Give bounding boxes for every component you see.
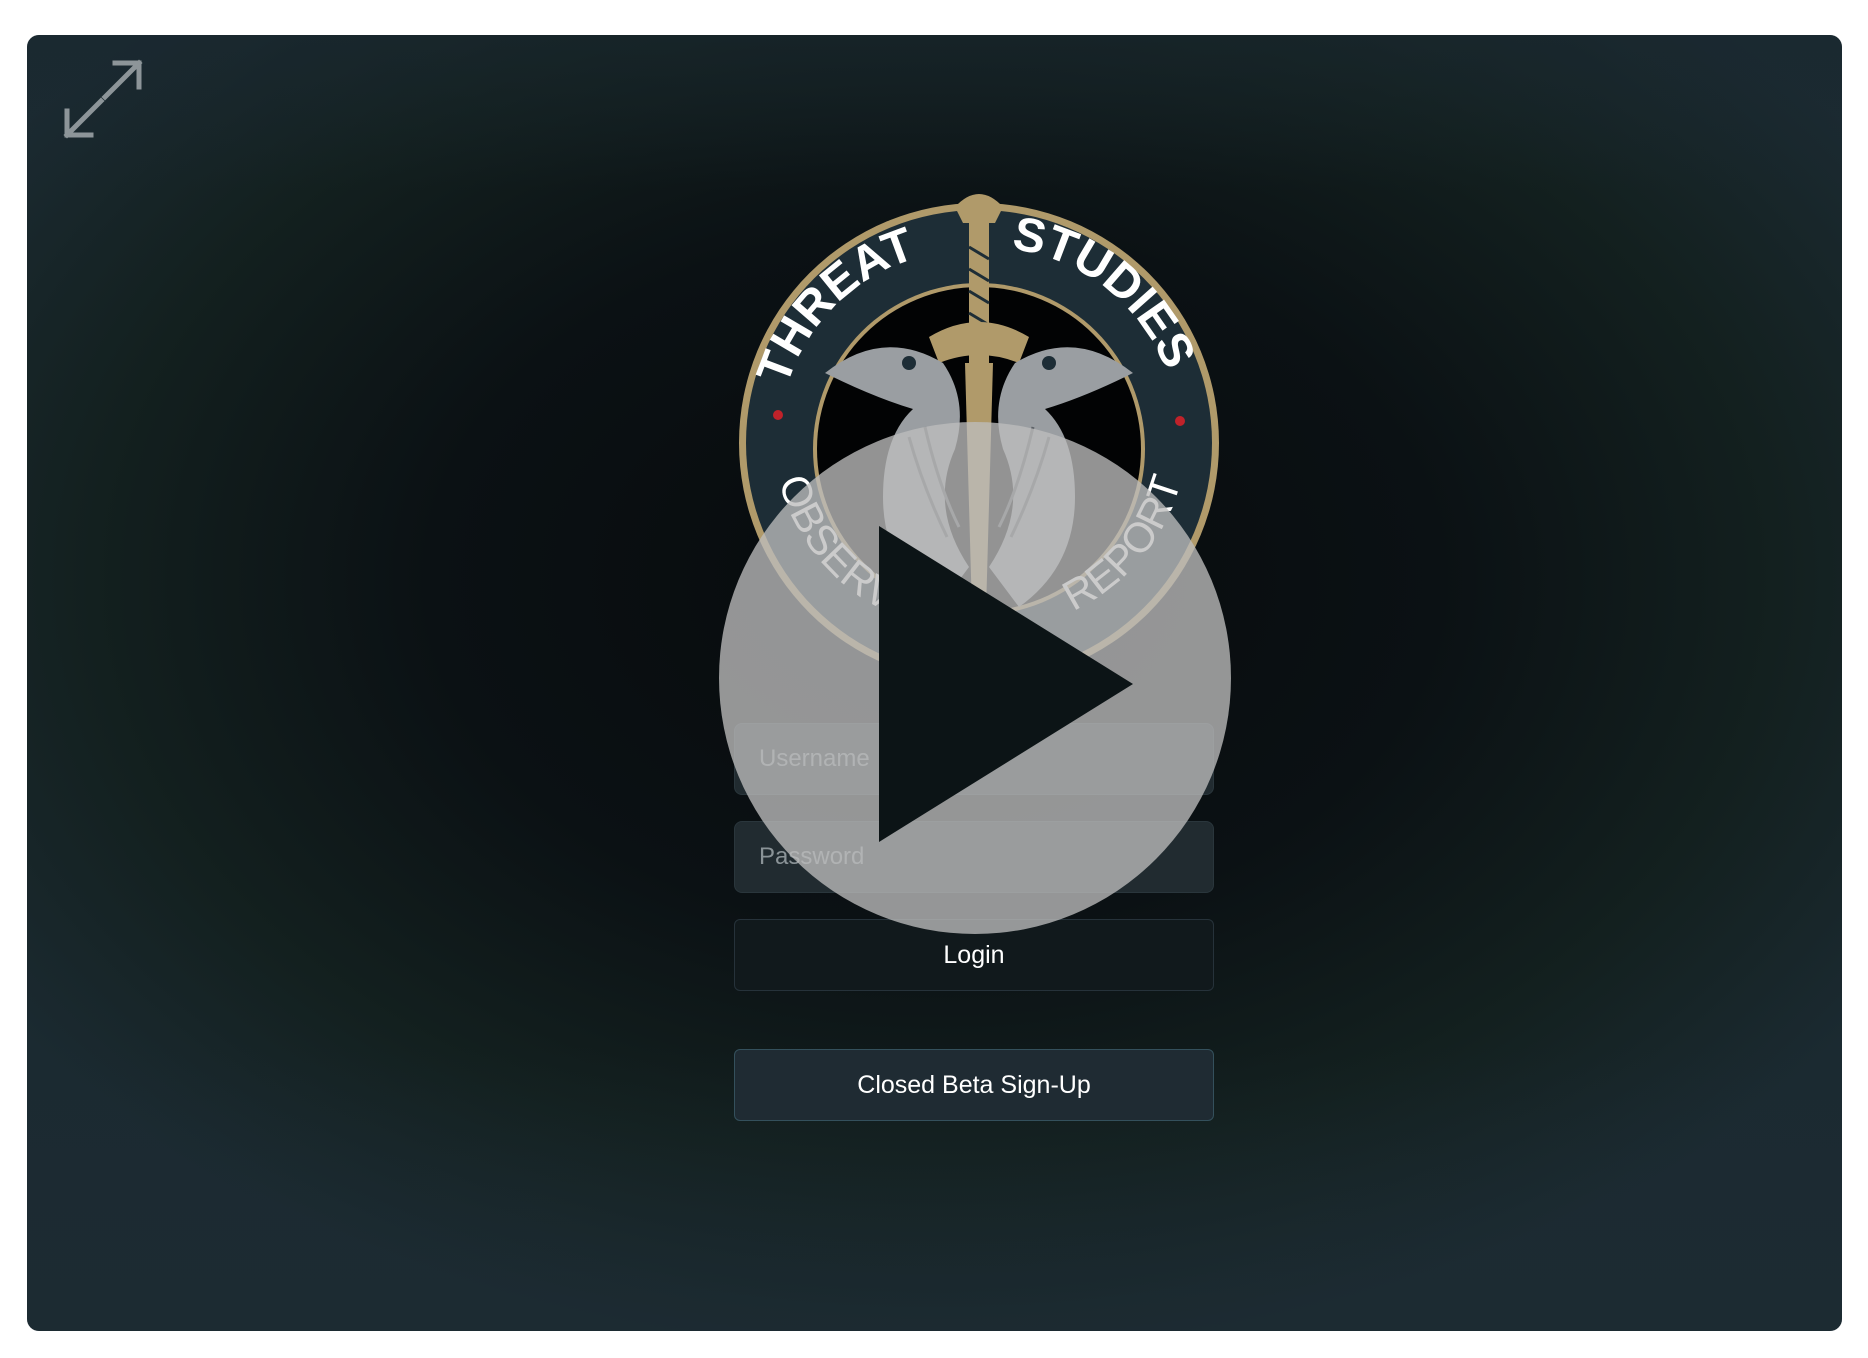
- play-icon: [719, 422, 1231, 934]
- video-frame: THREAT STUDIES OBSERVE REPORT Login Clos…: [27, 35, 1842, 1331]
- login-button-label: Login: [943, 940, 1005, 969]
- play-button[interactable]: [719, 422, 1231, 934]
- expand-icon[interactable]: [55, 51, 151, 147]
- closed-beta-signup-button[interactable]: Closed Beta Sign-Up: [734, 1049, 1214, 1121]
- beta-button-label: Closed Beta Sign-Up: [857, 1070, 1091, 1099]
